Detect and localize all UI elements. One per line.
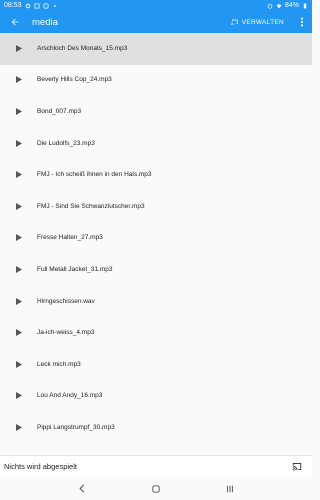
- file-name: Leck mich.mp3: [37, 360, 81, 368]
- status-bar: 08:53 84%: [0, 0, 312, 11]
- file-name: Ja-ich-weiss_4.mp3: [37, 329, 95, 337]
- file-name: FMJ - Ich scheiß ihnen in den Hals.mp3: [37, 171, 152, 179]
- file-row[interactable]: FMJ - Sind Sie Schwanzlutscher.mp3: [0, 191, 312, 223]
- cast-manage-icon: [231, 19, 238, 25]
- more-vert-icon: [300, 17, 304, 27]
- file-row[interactable]: Leck mich.mp3: [0, 349, 312, 381]
- status-left: 08:53: [4, 2, 58, 9]
- cast-icon[interactable]: [292, 462, 302, 471]
- arrow-back-icon: [11, 18, 19, 26]
- file-name: Beverly Hills Cop_24.mp3: [37, 76, 112, 84]
- alarm-icon: [267, 3, 273, 9]
- settings-icon: [25, 3, 30, 8]
- play-icon[interactable]: [0, 329, 37, 337]
- play-icon[interactable]: [0, 44, 37, 52]
- play-icon[interactable]: [0, 139, 37, 147]
- chevron-left-icon: [79, 484, 85, 493]
- manage-label: VERWALTEN: [241, 18, 284, 26]
- status-time: 08:53: [4, 2, 22, 9]
- file-row[interactable]: FMJ - Ich scheiß ihnen in den Hals.mp3: [0, 159, 312, 191]
- file-name: Die Ludolfs_23.mp3: [37, 139, 95, 147]
- now-playing-bar[interactable]: Nichts wird abgespielt: [0, 455, 312, 477]
- battery-percent: 84%: [284, 2, 299, 9]
- play-icon[interactable]: [0, 423, 37, 431]
- file-name: Full Metall Jacket_31.mp3: [37, 265, 113, 273]
- now-playing-text: Nichts wird abgespielt: [4, 462, 77, 471]
- file-name: Fresse Halten_27.mp3: [37, 234, 103, 242]
- nav-back-button[interactable]: [74, 481, 90, 497]
- battery-icon: [303, 3, 307, 8]
- file-row[interactable]: Bond_007.mp3: [0, 96, 312, 128]
- notification-icon: [34, 3, 39, 8]
- file-row[interactable]: Arschloch Des Monats_15.mp3: [0, 33, 312, 65]
- file-name: FMJ - Sind Sie Schwanzlutscher.mp3: [37, 202, 145, 210]
- file-row[interactable]: Pippi Langstrumpf_30.mp3: [0, 412, 312, 443]
- page-title: media: [32, 16, 58, 28]
- notification-icon-2: [43, 3, 48, 8]
- more-options-button[interactable]: [292, 11, 312, 33]
- file-name: Arschloch Des Monats_15.mp3: [37, 44, 128, 52]
- file-name: Hirngeschissen.wav: [37, 297, 95, 305]
- file-row[interactable]: Beverly Hills Cop_24.mp3: [0, 65, 312, 97]
- play-icon[interactable]: [0, 171, 37, 179]
- home-icon: [152, 484, 160, 493]
- nav-home-button[interactable]: [148, 481, 164, 497]
- play-icon[interactable]: [0, 360, 37, 368]
- play-icon[interactable]: [0, 265, 37, 273]
- file-name: Lou And Andy_16.mp3: [37, 392, 103, 400]
- file-row[interactable]: Fresse Halten_27.mp3: [0, 223, 312, 255]
- play-icon[interactable]: [0, 234, 37, 242]
- nav-recents-button[interactable]: [222, 481, 238, 497]
- system-nav-bar: [0, 477, 312, 500]
- play-icon[interactable]: [0, 297, 37, 305]
- play-icon[interactable]: [0, 392, 37, 400]
- recents-icon: [227, 485, 233, 492]
- status-right: 84%: [267, 2, 308, 9]
- file-row[interactable]: Hirngeschissen.wav: [0, 286, 312, 318]
- manage-button[interactable]: VERWALTEN: [223, 11, 292, 33]
- file-row[interactable]: Full Metall Jacket_31.mp3: [0, 254, 312, 286]
- file-list: Arschloch Des Monats_15.mp3 Beverly Hill…: [0, 33, 312, 443]
- back-button[interactable]: [0, 11, 30, 33]
- play-icon[interactable]: [0, 107, 37, 115]
- app-bar: media VERWALTEN: [0, 11, 312, 33]
- file-row[interactable]: Ja-ich-weiss_4.mp3: [0, 317, 312, 349]
- file-row[interactable]: Die Ludolfs_23.mp3: [0, 128, 312, 160]
- play-icon[interactable]: [0, 202, 37, 210]
- wifi-icon: [276, 3, 282, 8]
- file-name: Bond_007.mp3: [37, 107, 82, 115]
- play-icon[interactable]: [0, 76, 37, 84]
- dot-icon: [53, 4, 56, 7]
- file-name: Pippi Langstrumpf_30.mp3: [37, 423, 115, 431]
- file-row[interactable]: Lou And Andy_16.mp3: [0, 381, 312, 413]
